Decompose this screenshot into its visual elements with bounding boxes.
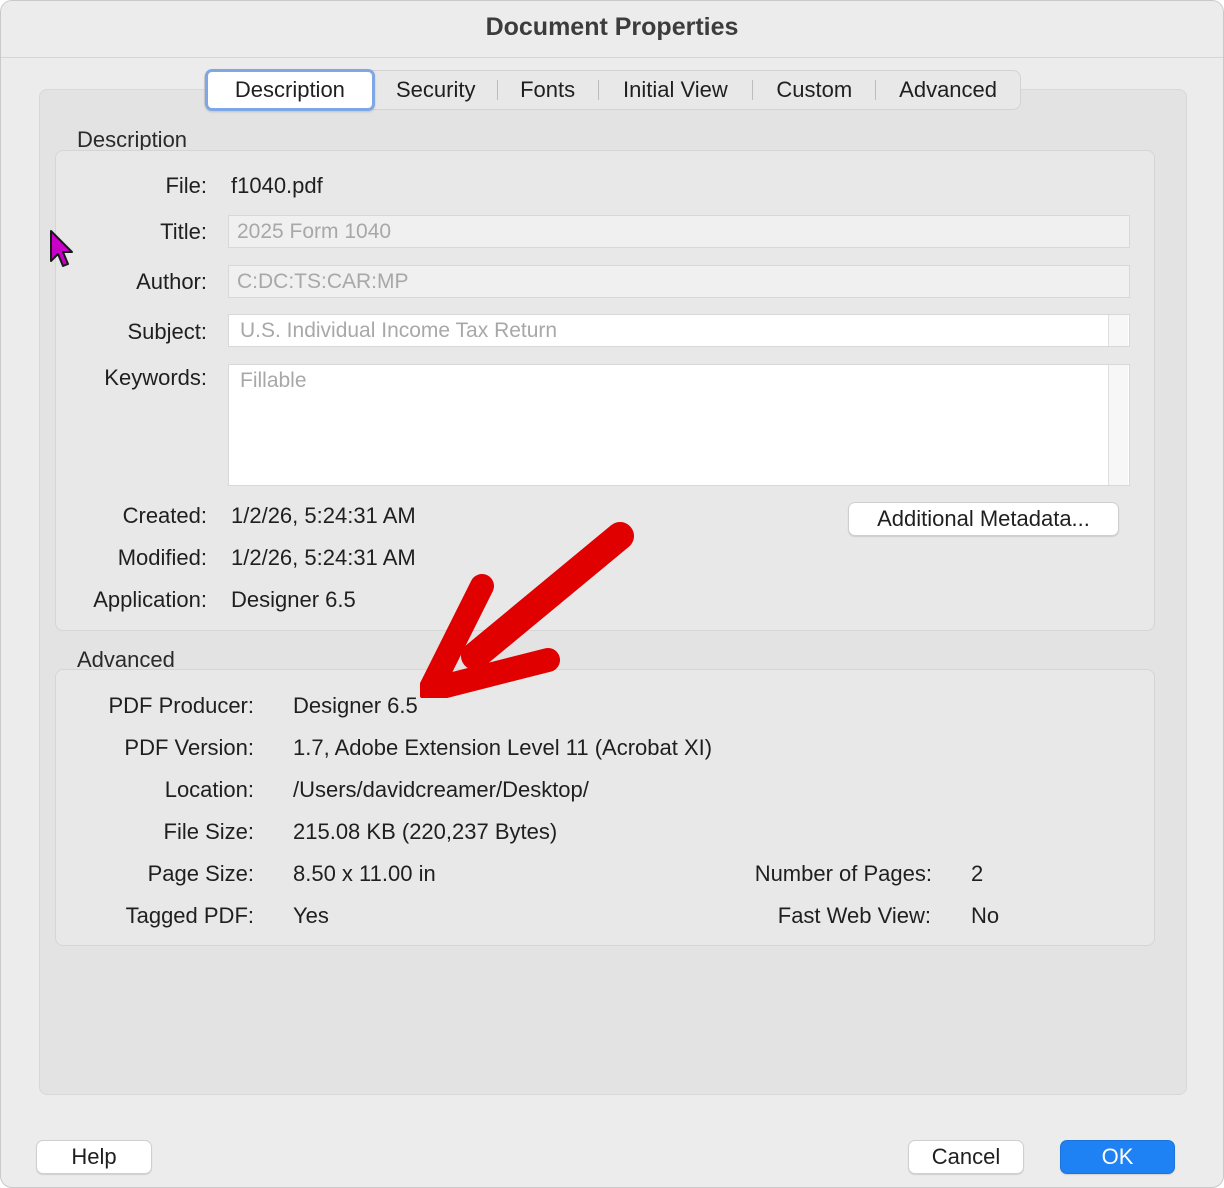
tab-fonts[interactable]: Fonts [498,72,598,108]
title-bar: Document Properties [1,1,1223,58]
subject-label: Subject: [127,319,208,344]
tagged-pdf-value: Yes [293,903,329,928]
modified-value: 1/2/26, 5:24:31 AM [231,545,416,570]
pdf-producer-value: Designer 6.5 [293,693,418,718]
created-value: 1/2/26, 5:24:31 AM [231,503,416,528]
subject-field[interactable] [228,314,1130,347]
tab-security[interactable]: Security [375,72,497,108]
pdf-producer-label: PDF Producer: [108,693,255,718]
window-title: Document Properties [485,13,739,41]
subject-scrollbar[interactable] [1108,315,1128,346]
pdf-version-label: PDF Version: [124,735,254,760]
title-label: Title: [160,219,207,244]
number-of-pages-label: Number of Pages: [754,861,932,886]
page-size-label: Page Size: [147,861,254,886]
pdf-version-value: 1.7, Adobe Extension Level 11 (Acrobat X… [293,735,713,760]
tab-description[interactable]: Description [205,69,375,111]
author-field[interactable] [228,265,1130,298]
application-value: Designer 6.5 [231,587,356,612]
location-value: /Users/davidcreamer/Desktop/ [293,777,589,802]
mouse-pointer-icon [50,230,73,267]
help-button[interactable]: Help [36,1140,152,1174]
application-label: Application: [93,587,207,612]
tab-custom[interactable]: Custom [753,72,875,108]
file-size-label: File Size: [163,819,254,844]
page-size-value: 8.50 x 11.00 in [293,861,436,886]
file-size-value: 215.08 KB (220,237 Bytes) [293,819,558,844]
annotation-arrow-icon [420,522,634,698]
tab-initial-view[interactable]: Initial View [599,72,753,108]
author-label: Author: [136,269,207,294]
tab-bar: Description Security Fonts Initial View … [204,69,1021,111]
tagged-pdf-label: Tagged PDF: [125,903,254,928]
keywords-field[interactable]: Fillable [228,364,1130,486]
additional-metadata-button[interactable]: Additional Metadata... [848,502,1119,536]
fast-web-view-value: No [971,903,1000,928]
fast-web-view-label: Fast Web View: [777,903,931,928]
title-field[interactable] [228,215,1130,248]
ok-button[interactable]: OK [1060,1140,1175,1174]
modified-label: Modified: [117,545,207,570]
tab-advanced[interactable]: Advanced [876,72,1020,108]
keywords-label: Keywords: [104,365,207,390]
cancel-button[interactable]: Cancel [908,1140,1024,1174]
created-label: Created: [122,503,207,528]
keywords-scrollbar[interactable] [1108,365,1128,485]
location-label: Location: [164,777,254,802]
file-value: f1040.pdf [231,173,323,198]
file-label: File: [165,173,207,198]
number-of-pages-value: 2 [971,861,984,886]
